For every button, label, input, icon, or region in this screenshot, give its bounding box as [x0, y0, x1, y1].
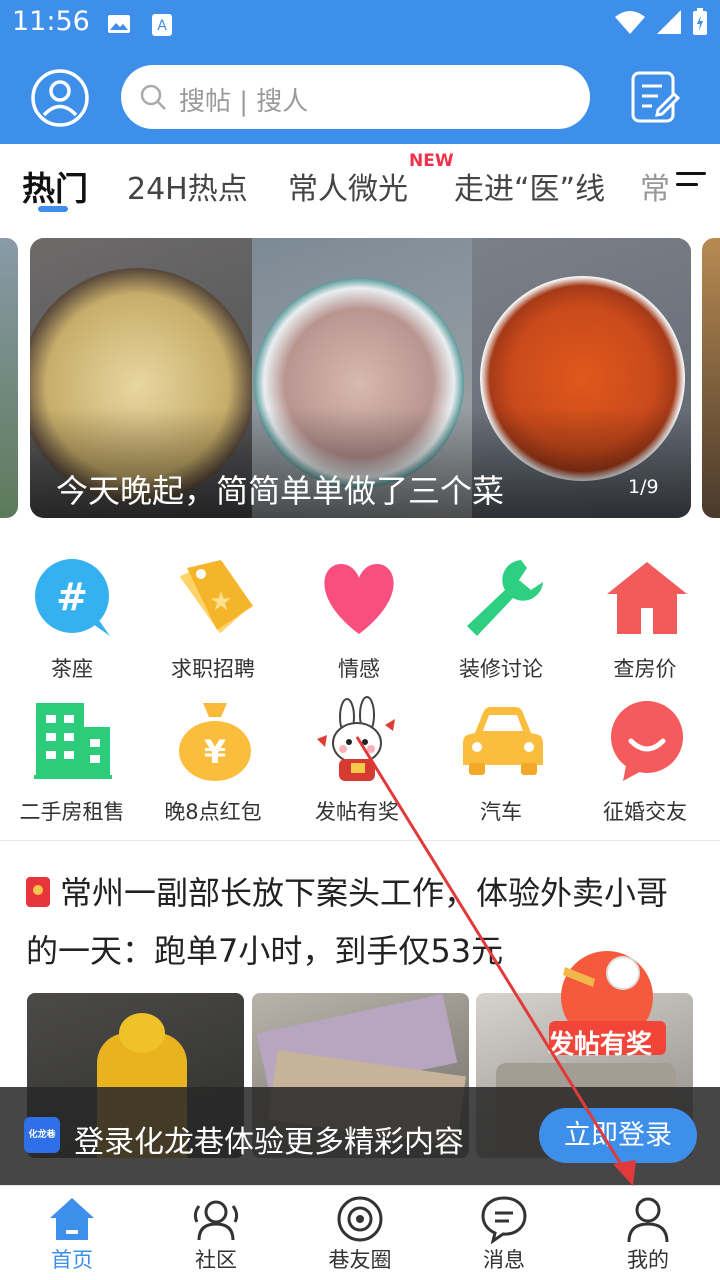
- nav-circle[interactable]: 巷友圈: [288, 1186, 432, 1280]
- house-icon: [607, 562, 687, 634]
- tab-ordinary-light[interactable]: 常人微光: [288, 164, 408, 208]
- grid-label: 征婚交友: [603, 800, 687, 824]
- profile-icon: [627, 1197, 669, 1243]
- svg-text:A: A: [157, 18, 167, 34]
- status-bar: 11:56 A: [0, 0, 720, 50]
- menu-icon-line: [676, 172, 706, 175]
- grid-item-dating[interactable]: 征婚交友: [573, 695, 717, 825]
- grid-label: 装修讨论: [459, 657, 543, 681]
- heart-icon: [324, 564, 394, 634]
- login-button[interactable]: 立即登录: [539, 1108, 697, 1163]
- login-prompt-bar: 化龙巷 登录化龙巷体验更多精彩内容 立即登录: [0, 1087, 720, 1185]
- search-placeholder: 搜帖 | 搜人: [179, 87, 309, 117]
- app-header: 11:56 A 搜帖 | 搜人: [0, 0, 720, 144]
- grid-label: 情感: [338, 657, 380, 681]
- nav-community[interactable]: 社区: [144, 1186, 288, 1280]
- nav-messages[interactable]: 消息: [432, 1186, 576, 1280]
- grid-item-car[interactable]: 汽车: [429, 695, 573, 825]
- banner-next-peek[interactable]: [702, 238, 720, 518]
- app-logo: 化龙巷: [24, 1117, 60, 1153]
- nav-label: 社区: [195, 1248, 237, 1272]
- svg-text:#: #: [56, 575, 88, 619]
- community-icon: [193, 1200, 239, 1241]
- banner-prev-peek[interactable]: [0, 238, 18, 518]
- home-icon: [50, 1198, 94, 1240]
- grid-item-emotion[interactable]: 情感: [287, 552, 431, 682]
- tab-24h-hot[interactable]: 24H热点: [127, 164, 248, 208]
- banner-counter: 1/9: [628, 476, 659, 498]
- tab-overflow[interactable]: 常: [640, 164, 670, 208]
- rabbit-mascot-icon: [317, 696, 395, 781]
- compose-button[interactable]: [630, 70, 682, 126]
- message-icon: [481, 1196, 527, 1244]
- nav-label: 我的: [627, 1248, 669, 1272]
- category-tabs: 热门 24H热点 常人微光 走进“医”线 常: [0, 144, 720, 222]
- tab-menu-button[interactable]: [676, 172, 706, 194]
- status-time: 11:56: [12, 6, 90, 37]
- nav-label: 首页: [51, 1248, 93, 1272]
- grid-label: 查房价: [613, 657, 677, 681]
- tab-medical-line[interactable]: 走进“医”线: [454, 164, 605, 208]
- section-divider: [0, 840, 720, 841]
- user-avatar-button[interactable]: [30, 68, 90, 128]
- tab-hot[interactable]: 热门: [22, 162, 88, 210]
- grid-label: 晚8点红包: [164, 800, 262, 824]
- search-icon: [140, 84, 166, 110]
- grid-item-red-packet[interactable]: ¥ 晚8点红包: [141, 695, 285, 825]
- hashtag-bubble-icon: #: [35, 559, 110, 636]
- building-icon: [34, 703, 112, 779]
- svg-text:★: ★: [209, 587, 232, 617]
- wrench-icon: [467, 560, 543, 636]
- active-tab-indicator: [38, 206, 68, 212]
- banner-carousel[interactable]: 今天晚起，简简单单做了三个菜 1/9: [30, 238, 691, 518]
- money-bag-icon: ¥: [179, 703, 251, 781]
- grid-item-tea-house[interactable]: # 茶座: [0, 552, 144, 682]
- smile-bubble-icon: [611, 701, 683, 781]
- nav-label: 消息: [483, 1248, 525, 1272]
- tag-icon: ★: [179, 560, 253, 634]
- signal-icon: [657, 10, 681, 34]
- grid-item-second-hand-house[interactable]: 二手房租售: [0, 695, 144, 825]
- battery-icon: [693, 8, 707, 35]
- menu-icon-line: [676, 183, 698, 186]
- search-bar[interactable]: 搜帖 | 搜人: [121, 65, 590, 129]
- login-prompt-text: 登录化龙巷体验更多精彩内容: [74, 1125, 464, 1160]
- wifi-icon: [615, 11, 645, 34]
- banner-caption: 今天晚起，简简单单做了三个菜: [56, 472, 505, 510]
- promo-text: 发帖有奖: [548, 1030, 653, 1060]
- svg-text:¥: ¥: [204, 733, 226, 771]
- store-icon: A: [152, 14, 172, 36]
- grid-label: 二手房租售: [19, 800, 125, 824]
- nav-home[interactable]: 首页: [0, 1186, 144, 1280]
- grid-label: 茶座: [51, 657, 93, 681]
- grid-label: 发帖有奖: [315, 800, 399, 824]
- nav-profile[interactable]: 我的: [576, 1186, 720, 1280]
- grid-item-decoration[interactable]: 装修讨论: [429, 552, 573, 682]
- grid-item-house-price[interactable]: 查房价: [573, 552, 717, 682]
- circle-icon: [337, 1196, 383, 1242]
- car-icon: [463, 707, 543, 775]
- new-badge: NEW: [409, 151, 454, 171]
- grid-item-post-reward[interactable]: 发帖有奖: [285, 695, 429, 825]
- grid-label: 汽车: [480, 800, 522, 824]
- grid-label: 求职招聘: [171, 657, 255, 681]
- gallery-icon: [108, 15, 130, 33]
- nav-label: 巷友圈: [328, 1248, 392, 1272]
- grid-item-jobs[interactable]: ★ 求职招聘: [141, 552, 285, 682]
- bottom-navigation: 首页 社区 巷友圈 消息 我的: [0, 1185, 720, 1280]
